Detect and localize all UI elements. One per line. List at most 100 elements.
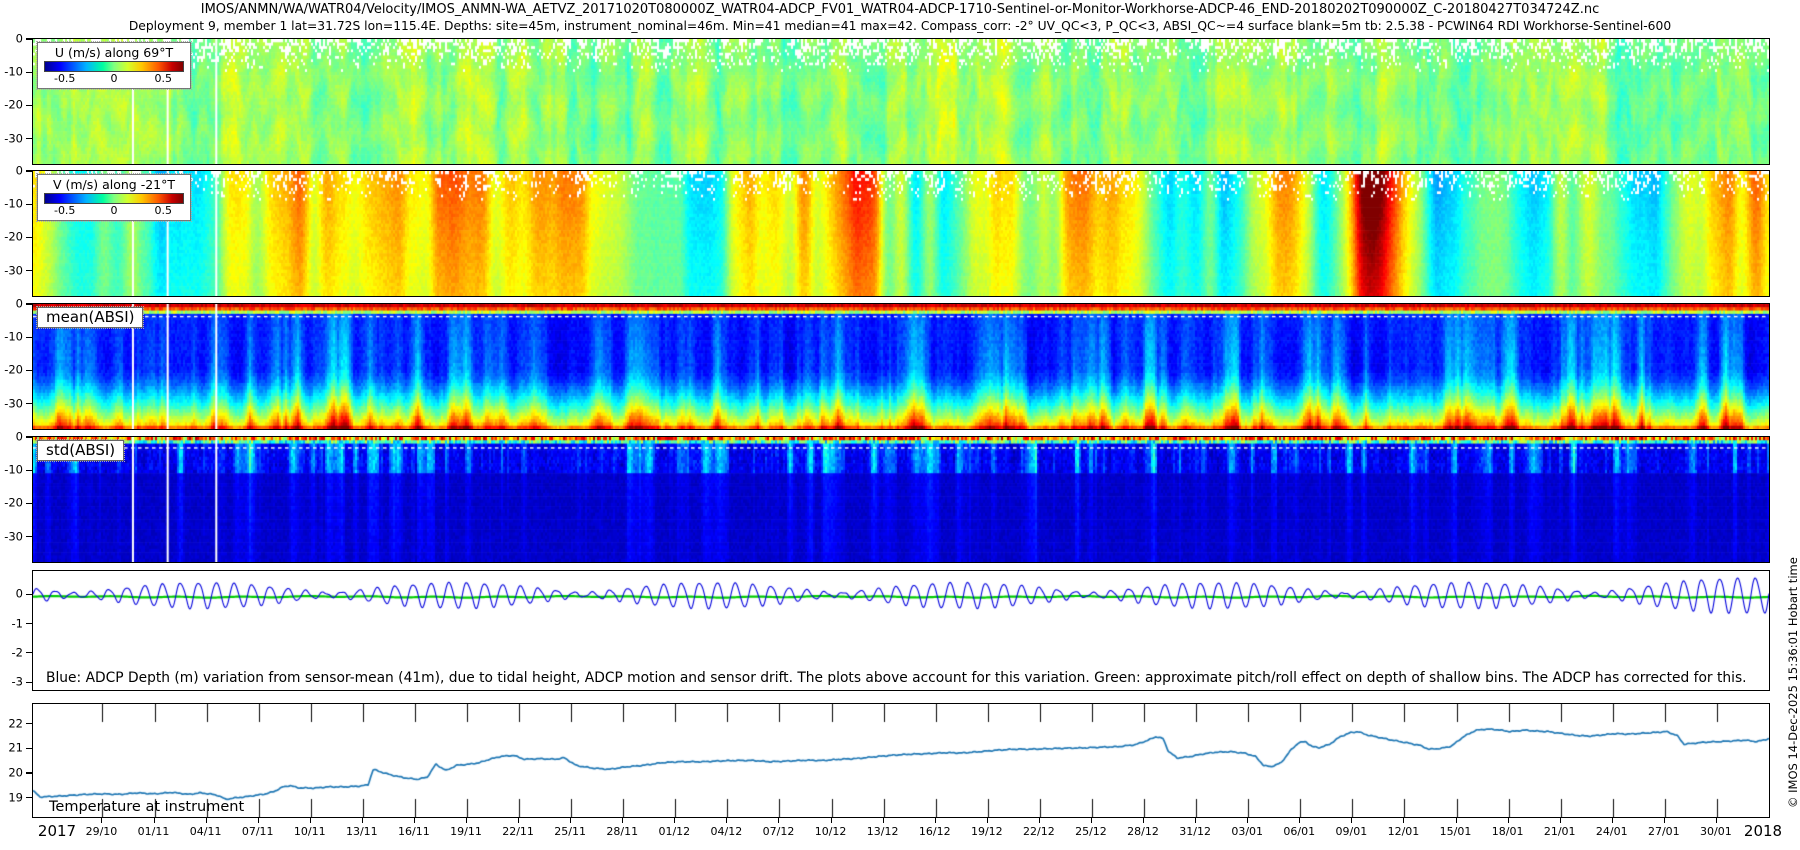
date-axis: 29/10 01/11 04/11 07/11 10/11 13/11 16/11 19/11…: [32, 818, 1782, 848]
date-tick-label: 24/01: [1595, 825, 1628, 838]
y-tick-label: 19: [8, 790, 23, 805]
date-tick-mark: [674, 818, 676, 823]
y-tick-mark: [26, 203, 32, 205]
colorbar-tick-label: 0: [110, 204, 118, 217]
y-tick-label: -30: [4, 131, 23, 146]
y-tick-mark: [26, 336, 32, 338]
y-tick-mark: [26, 236, 32, 239]
depth-variation-note: Blue: ADCP Depth (m) variation from sens…: [46, 670, 1747, 686]
date-tick-mark: [1403, 818, 1405, 823]
y-tick-mark: [26, 502, 32, 505]
date-tick-label: 25/12: [1075, 825, 1107, 838]
y-tick-label: 0: [15, 31, 23, 46]
date-tick-label: 12/01: [1387, 825, 1420, 838]
panel-mean-absi: 0 -10 -20 -30 mean(ABSI): [4, 297, 1770, 430]
y-tick-mark: [26, 303, 32, 305]
y-tick-label: -10: [4, 196, 23, 211]
colorbar-tick-label: -0.5: [53, 204, 76, 217]
date-tick-label: 07/12: [762, 825, 795, 838]
temperature-label: Temperature at instrument: [49, 799, 245, 815]
date-tick-label: 13/12: [866, 825, 899, 838]
date-tick-mark: [205, 818, 207, 823]
date-tick-label: 04/12: [710, 825, 743, 838]
date-tick-mark: [361, 818, 363, 823]
v-colorbar-gradient: [44, 193, 184, 204]
date-tick-label: 01/12: [658, 825, 691, 838]
date-tick-mark: [309, 818, 311, 823]
y-tick-mark: [26, 270, 32, 272]
std-absi-heatmap-canvas: [33, 437, 1769, 562]
y-tick-mark: [26, 723, 32, 725]
date-tick-mark: [1038, 818, 1040, 823]
date-tick-mark: [1195, 818, 1197, 823]
date-tick-mark: [466, 818, 467, 823]
date-tick-mark: [1143, 818, 1145, 823]
y-tick-mark: [26, 593, 32, 595]
colorbar-tick-label: 0: [110, 72, 118, 85]
date-tick-mark: [1455, 818, 1457, 823]
date-tick-mark: [413, 818, 415, 823]
date-tick-mark: [830, 818, 832, 823]
y-tick-mark: [26, 436, 32, 438]
date-tick-label: 28/12: [1127, 825, 1159, 838]
y-tick-mark: [26, 104, 32, 107]
y-tick-label: -20: [4, 98, 23, 113]
date-tick-label: 03/01: [1231, 825, 1264, 838]
panel-v-velocity: 0 -10 -20 -30 V (m/s) along -21°T -0.5 0 0.5: [4, 164, 1770, 297]
y-tick-mark: [26, 797, 32, 799]
v-colorbar-legend: V (m/s) along -21°T -0.5 0 0.5: [36, 173, 192, 222]
y-tick-mark: [26, 652, 32, 654]
y-tick-mark: [26, 681, 32, 683]
date-tick-mark: [257, 818, 259, 823]
y-tick-label: -20: [4, 496, 23, 511]
v-colorbar-title: V (m/s) along -21°T: [52, 177, 176, 192]
date-tick-label: 19/12: [970, 825, 1003, 838]
y-tick-mark: [26, 772, 32, 774]
date-tick-mark: [518, 818, 520, 823]
date-tick-mark: [101, 818, 103, 823]
date-tick-mark: [934, 818, 936, 823]
y-tick-label: -20: [4, 363, 23, 378]
panel-std-absi: 0 -10 -20 -30 std(ABSI): [4, 430, 1770, 563]
u-colorbar-gradient: [44, 61, 184, 72]
date-tick-mark: [1507, 818, 1509, 823]
colorbar-tick-label: 0.5: [154, 72, 173, 85]
adcp-figure: IMOS/ANMN/WA/WATR04/Velocity/IMOS_ANMN-W…: [0, 0, 1800, 850]
u-velocity-heatmap-canvas: [33, 39, 1769, 164]
year-label-left: 2017: [37, 822, 77, 840]
date-tick-mark: [1715, 818, 1717, 823]
date-tick-mark: [1351, 818, 1353, 823]
temperature-line-canvas: [33, 704, 1769, 817]
date-tick-mark: [622, 818, 624, 823]
imos-credit-watermark: © IMOS 14-Dec-2025 15:36:01 Hobart time: [1786, 557, 1800, 808]
y-tick-label: 0: [15, 587, 23, 602]
date-tick-label: 16/11: [398, 825, 430, 838]
date-tick-label: 04/11: [189, 825, 222, 838]
date-tick-label: 27/01: [1647, 825, 1680, 838]
y-tick-label: -30: [4, 396, 23, 411]
y-tick-label: 21: [8, 741, 23, 756]
u-colorbar-tick-labels: -0.5 0 0.5: [45, 72, 183, 85]
y-tick-label: 0: [15, 429, 23, 444]
date-tick-label: 28/11: [606, 825, 639, 838]
date-tick-mark: [778, 818, 780, 823]
date-tick-mark: [1559, 818, 1561, 823]
y-tick-label: 0: [15, 163, 23, 178]
y-tick-label: -1: [11, 616, 23, 631]
date-tick-mark: [570, 818, 572, 823]
date-tick-label: 29/10: [85, 825, 118, 838]
y-tick-label: 0: [15, 296, 23, 311]
y-tick-mark: [26, 38, 32, 40]
date-tick-label: 16/12: [918, 825, 951, 838]
y-tick-mark: [26, 71, 32, 73]
figure-title-line2: Deployment 9, member 1 lat=31.72S lon=11…: [128, 19, 1672, 33]
y-tick-mark: [26, 536, 32, 538]
date-tick-label: 25/11: [554, 825, 587, 838]
date-tick-label: 18/01: [1491, 825, 1524, 838]
date-tick-mark: [1247, 818, 1249, 823]
colorbar-tick-label: -0.5: [53, 72, 76, 85]
y-tick-label: -20: [4, 230, 23, 245]
date-tick-mark: [726, 818, 728, 823]
date-tick-label: 31/12: [1179, 825, 1211, 838]
y-tick-mark: [26, 623, 32, 625]
